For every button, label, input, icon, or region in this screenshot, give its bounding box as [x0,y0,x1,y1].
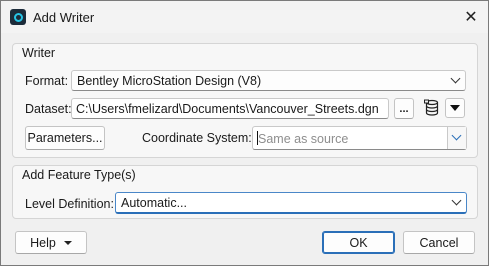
feature-types-group-label: Add Feature Type(s) [22,168,136,182]
coordinate-system-combo[interactable]: Same as source [252,126,467,150]
level-definition-dropdown[interactable]: Automatic... [115,192,467,214]
chevron-down-icon [450,73,461,84]
triangle-down-icon [450,104,460,111]
parameters-button[interactable]: Parameters... [25,126,105,150]
writer-group-label: Writer [22,46,56,60]
level-definition-value: Automatic... [121,196,187,210]
fme-app-icon [10,9,26,25]
database-stack-button[interactable] [422,98,442,118]
coordinate-system-label: Coordinate System: [142,131,252,145]
dataset-label: Dataset: [25,102,72,116]
chevron-down-icon [451,195,462,206]
title-bar: Add Writer ✕ [1,1,488,33]
ok-button[interactable]: OK [322,231,395,254]
dataset-field[interactable]: C:\Users\fmelizard\Documents\Vancouver_S… [71,98,389,119]
close-button[interactable]: ✕ [458,5,484,29]
dataset-value: C:\Users\fmelizard\Documents\Vancouver_S… [76,102,379,116]
database-stack-icon [424,99,439,116]
close-icon: ✕ [464,9,478,26]
browse-button[interactable]: ... [394,98,414,119]
dialog-title: Add Writer [33,10,95,25]
coordinate-system-placeholder: Same as source [258,132,349,146]
help-label: Help [30,235,56,250]
format-value: Bentley MicroStation Design (V8) [77,74,262,88]
dropdown-arrow-icon [63,241,72,245]
format-label: Format: [25,74,69,88]
cancel-button[interactable]: Cancel [403,231,475,254]
chevron-down-icon [451,130,462,141]
level-definition-label: Level Definition: [25,197,114,211]
format-dropdown[interactable]: Bentley MicroStation Design (V8) [71,70,466,91]
add-writer-dialog: Add Writer ✕ Writer Format: Bentley Micr… [0,0,489,266]
help-button[interactable]: Help [15,231,87,254]
coordinate-system-dropdown-button[interactable] [447,127,466,149]
dataset-menu-button[interactable] [445,98,465,118]
